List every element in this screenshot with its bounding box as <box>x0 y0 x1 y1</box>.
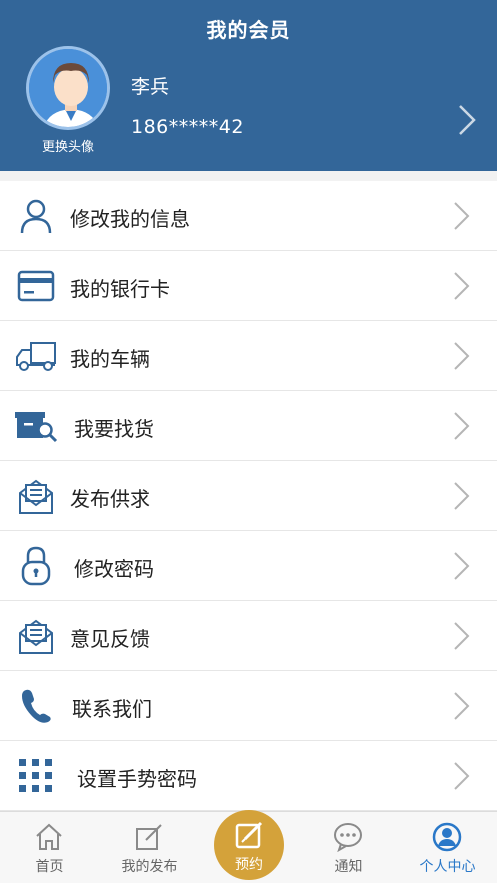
chevron-right-icon <box>454 412 470 440</box>
menu-item-publish[interactable]: 发布供求 <box>0 461 497 531</box>
tab-label: 首页 <box>35 859 64 875</box>
tab-home[interactable]: 首页 <box>0 812 99 883</box>
user-icon <box>14 196 58 236</box>
home-icon <box>36 823 62 850</box>
chevron-right-icon <box>454 692 470 720</box>
menu-item-label: 联系我们 <box>72 697 152 721</box>
chevron-right-icon <box>454 272 470 300</box>
gesture-grid-icon <box>14 756 58 796</box>
change-avatar-label[interactable]: 更换头像 <box>18 136 118 155</box>
chevron-right-icon <box>454 482 470 510</box>
tab-reserve[interactable]: 预约 <box>214 810 284 880</box>
page-title: 我的会员 <box>206 18 291 42</box>
bank-card-icon <box>14 266 58 306</box>
menu-item-feedback[interactable]: 意见反馈 <box>0 601 497 671</box>
header: 我的会员 更换头像 李兵 186*****42 <box>0 0 497 171</box>
tab-personal-center[interactable]: 个人中心 <box>398 812 497 883</box>
user-name: 李兵 <box>131 76 170 98</box>
menu-item-label: 意见反馈 <box>70 627 150 651</box>
menu-item-label: 修改密码 <box>74 557 154 581</box>
menu-item-edit-info[interactable]: 修改我的信息 <box>0 181 497 251</box>
menu-item-label: 我的银行卡 <box>70 277 170 301</box>
user-phone: 186*****42 <box>131 116 244 138</box>
avatar-person-icon <box>29 49 107 127</box>
publish-mail-icon <box>14 476 58 516</box>
chevron-right-icon <box>454 552 470 580</box>
truck-icon <box>14 336 58 376</box>
menu-list: 修改我的信息 我的银行卡 我的车辆 我要找货 发布供求 修改密码 意见反馈 联系… <box>0 181 497 811</box>
menu-item-vehicle[interactable]: 我的车辆 <box>0 321 497 391</box>
menu-item-label: 发布供求 <box>70 487 150 511</box>
chat-icon <box>334 823 362 852</box>
bottom-tab-bar: 首页 我的发布 预约 通知 个人中心 <box>0 810 497 883</box>
chevron-right-icon <box>454 342 470 370</box>
menu-item-label: 我要找货 <box>74 417 154 441</box>
menu-item-gesture-password[interactable]: 设置手势密码 <box>0 741 497 811</box>
menu-item-find-cargo[interactable]: 我要找货 <box>0 391 497 461</box>
menu-item-label: 我的车辆 <box>70 347 150 371</box>
chevron-right-icon[interactable] <box>452 100 482 140</box>
find-cargo-icon <box>14 406 58 446</box>
person-icon <box>432 822 462 852</box>
edit-icon <box>136 824 162 850</box>
chevron-right-icon <box>454 622 470 650</box>
avatar[interactable] <box>26 46 110 130</box>
tab-label: 个人中心 <box>419 859 476 875</box>
menu-item-change-password[interactable]: 修改密码 <box>0 531 497 601</box>
chevron-right-icon <box>454 202 470 230</box>
chevron-right-icon <box>454 762 470 790</box>
tab-notifications[interactable]: 通知 <box>299 812 398 883</box>
menu-item-label: 设置手势密码 <box>77 767 197 791</box>
feedback-mail-icon <box>14 616 58 656</box>
menu-item-label: 修改我的信息 <box>70 207 190 231</box>
menu-item-contact[interactable]: 联系我们 <box>0 671 497 741</box>
tab-label: 预约 <box>235 857 263 873</box>
lock-icon <box>14 546 58 586</box>
reserve-icon <box>235 821 263 849</box>
tab-label: 我的发布 <box>121 859 178 875</box>
menu-item-bank-card[interactable]: 我的银行卡 <box>0 251 497 321</box>
phone-icon <box>14 686 58 726</box>
tab-my-posts[interactable]: 我的发布 <box>100 812 199 883</box>
tab-label: 通知 <box>334 859 363 875</box>
